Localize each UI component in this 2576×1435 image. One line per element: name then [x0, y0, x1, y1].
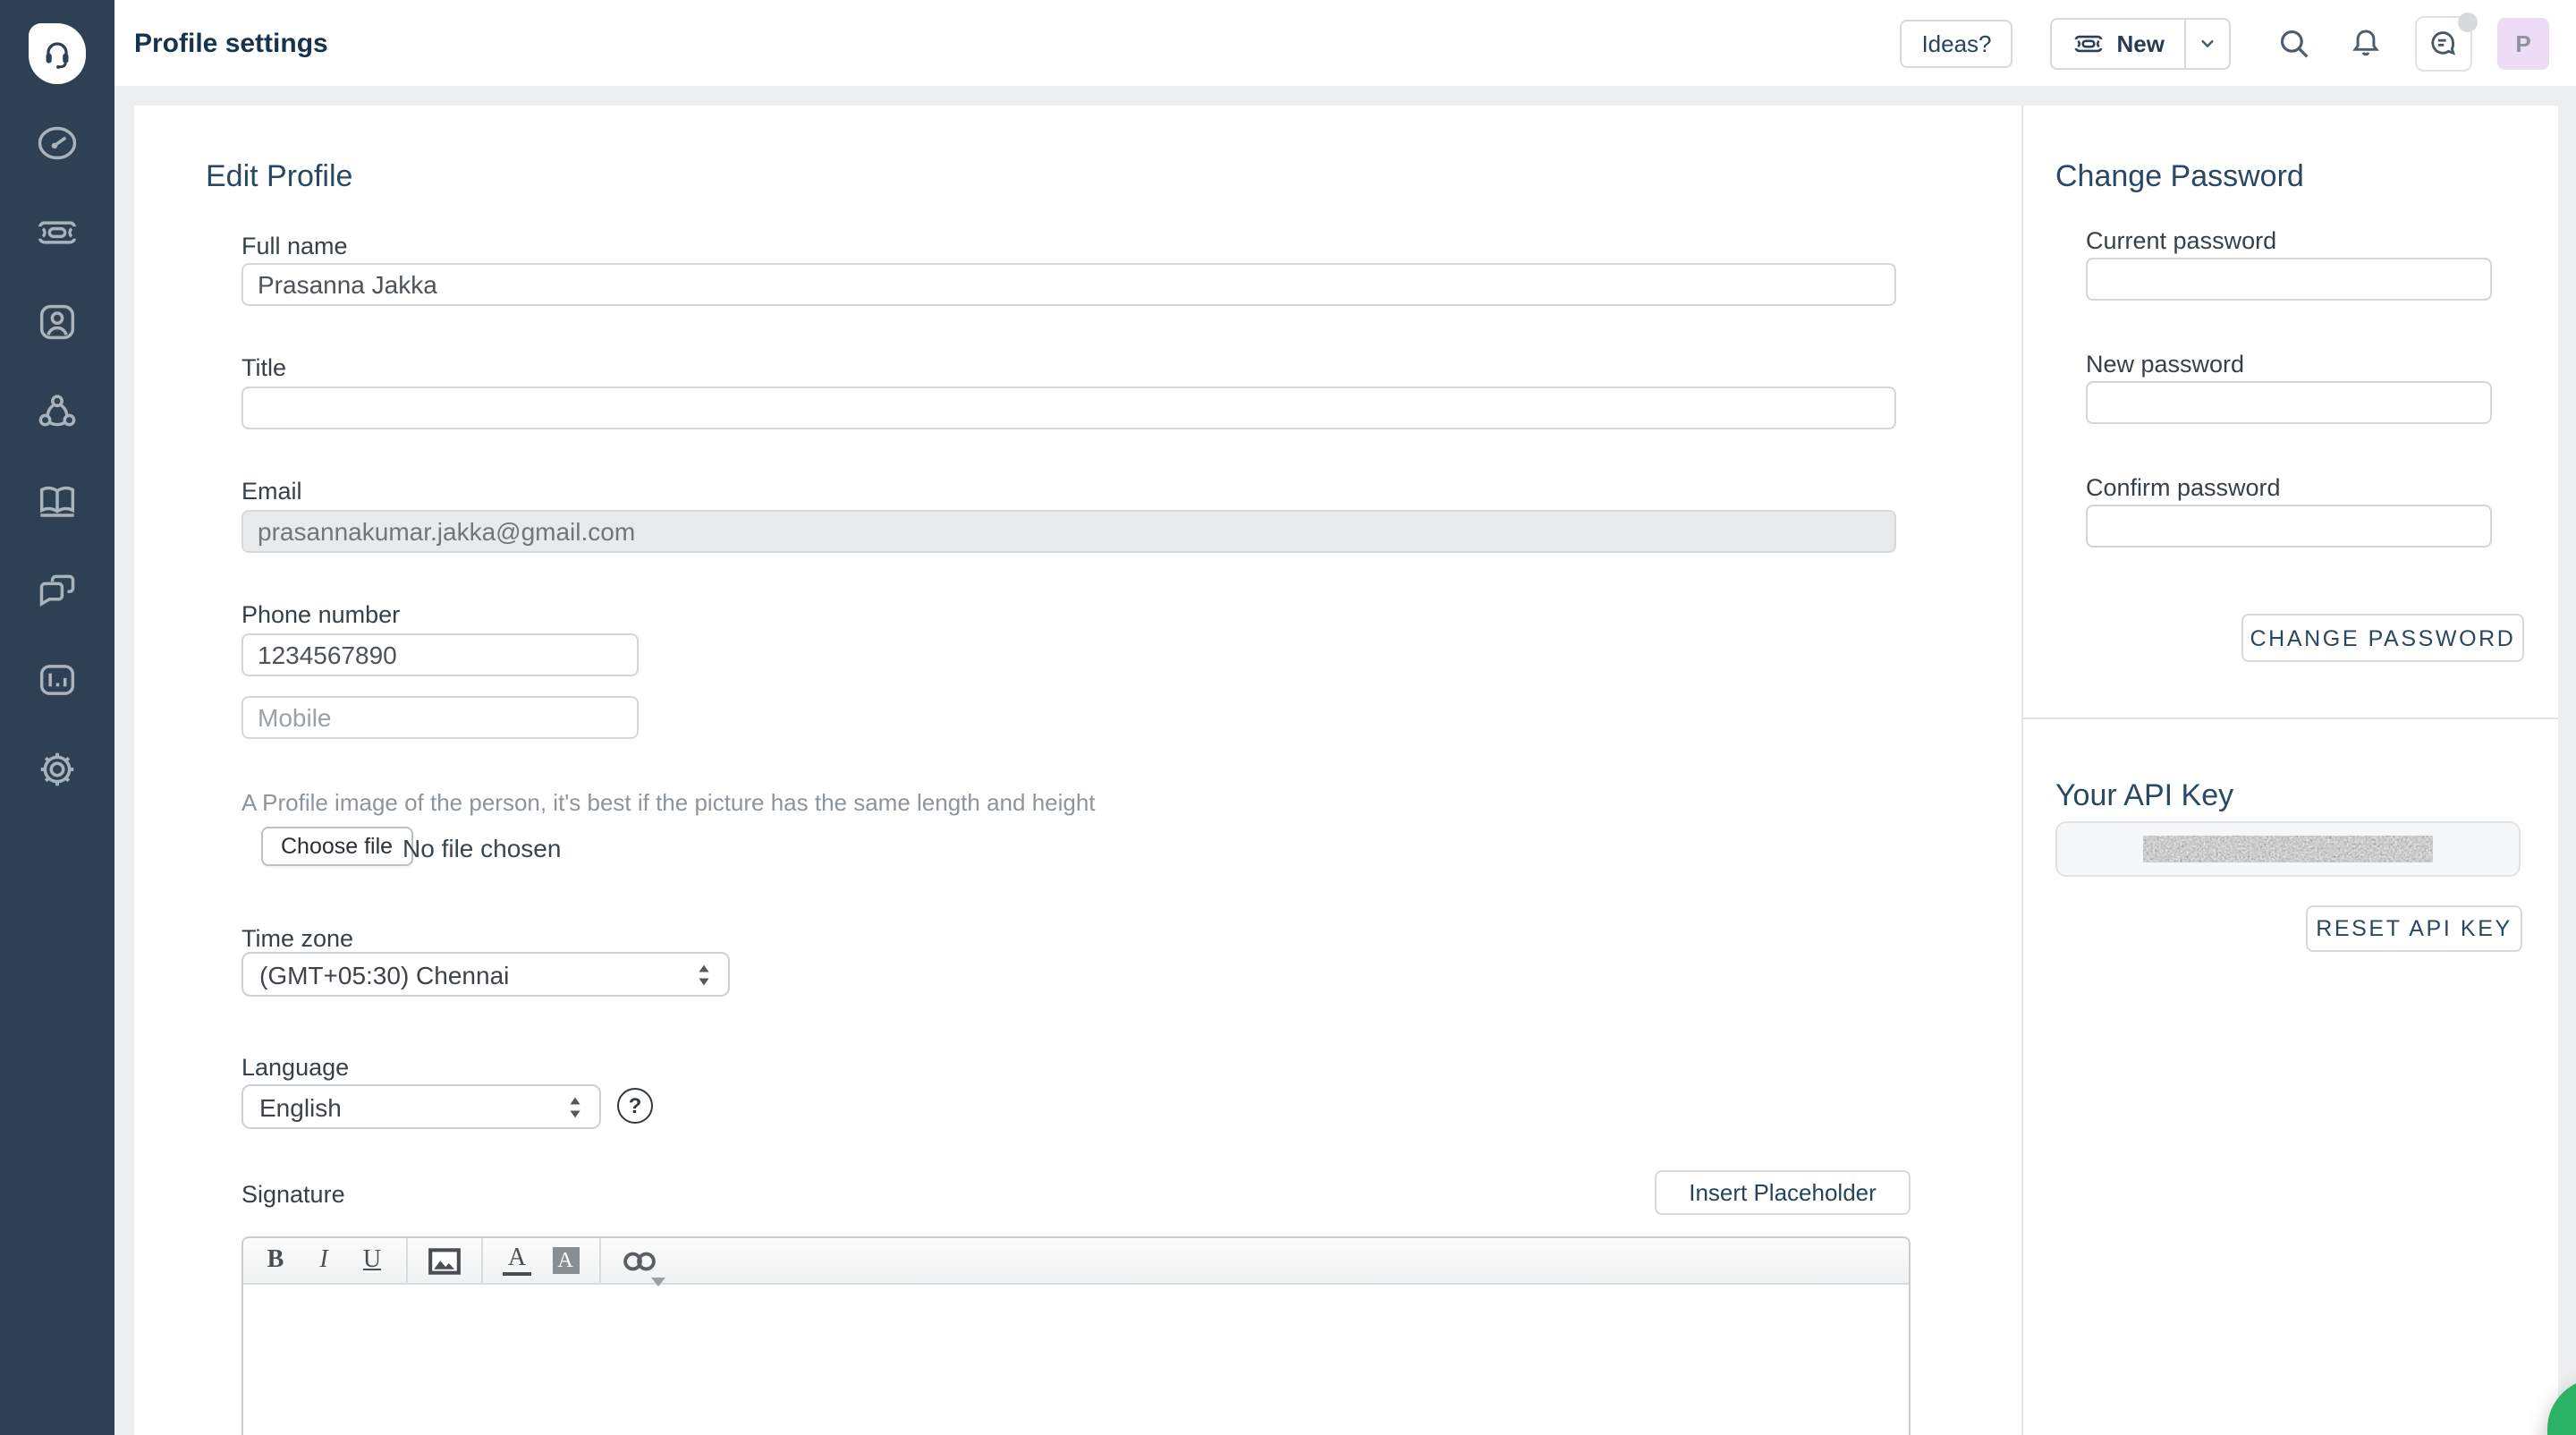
announcements-button[interactable] [2415, 15, 2472, 71]
profile-image-help-text: A Profile image of the person, it's best… [242, 789, 1096, 816]
section-divider [2021, 718, 2558, 719]
signature-label: Signature [242, 1183, 345, 1208]
new-ticket-button[interactable]: New [2053, 19, 2184, 67]
new-ticket-dropdown[interactable] [2184, 19, 2229, 67]
page-title: Profile settings [134, 28, 328, 58]
confirm-password-label: Confirm password [2086, 476, 2281, 501]
knowledge-base-icon [34, 478, 80, 524]
signature-editor-body[interactable] [243, 1285, 1909, 1435]
language-value: English [259, 1092, 342, 1121]
signature-editor: B I U A A [242, 1236, 1911, 1435]
user-avatar[interactable]: P [2497, 17, 2549, 69]
change-password-button[interactable]: CHANGE PASSWORD [2241, 614, 2524, 662]
text-color-button[interactable]: A [503, 1245, 531, 1276]
reports-icon [34, 657, 80, 703]
confirm-password-input[interactable] [2086, 505, 2492, 548]
toolbar-separator [406, 1238, 408, 1283]
background-color-button[interactable]: A [551, 1243, 580, 1278]
column-divider [2021, 106, 2023, 1435]
ideas-button[interactable]: Ideas? [1900, 19, 2012, 67]
sidebar-item-settings[interactable] [34, 746, 80, 793]
edit-profile-title: Edit Profile [206, 159, 352, 195]
language-help-icon[interactable]: ? [617, 1088, 653, 1124]
current-password-input[interactable] [2086, 258, 2492, 301]
bold-button[interactable]: B [261, 1243, 290, 1278]
sidebar-item-network[interactable] [34, 388, 80, 435]
contacts-icon [34, 299, 80, 345]
api-key-redacted-value [2143, 836, 2433, 862]
insert-link-button[interactable] [621, 1243, 658, 1278]
search-button[interactable] [2274, 23, 2313, 63]
new-ticket-split-button: New [2051, 17, 2231, 69]
phone-input[interactable] [242, 633, 639, 676]
select-arrows-icon [696, 962, 712, 987]
tickets-icon [34, 209, 80, 256]
current-password-label: Current password [2086, 229, 2276, 254]
forums-icon [34, 567, 80, 614]
app-root: Profile settings Ideas? New [0, 0, 2576, 1435]
notifications-button[interactable] [2345, 23, 2385, 63]
sidebar-nav [34, 120, 80, 793]
sidebar-item-knowledge-base[interactable] [34, 478, 80, 524]
new-button-label: New [2117, 30, 2165, 56]
headset-icon [38, 34, 77, 73]
timezone-value: (GMT+05:30) Chennai [259, 960, 509, 989]
content-area: Edit Profile Full name Title Email Phone… [114, 86, 2576, 1435]
settings-icon [34, 746, 80, 793]
insert-image-button[interactable] [428, 1243, 462, 1278]
dashboard-icon [34, 120, 80, 166]
sidebar [0, 0, 114, 1435]
language-select[interactable]: English [242, 1084, 601, 1129]
api-key-box [2055, 821, 2521, 877]
chevron-down-icon [2197, 32, 2218, 54]
language-label: Language [242, 1056, 349, 1081]
header-actions: Ideas? New [1900, 15, 2549, 71]
insert-placeholder-button[interactable]: Insert Placeholder [1655, 1170, 1911, 1215]
announcements-badge-dot [2458, 12, 2478, 31]
new-password-input[interactable] [2086, 381, 2492, 424]
change-password-title: Change Password [2055, 159, 2304, 195]
sidebar-item-dashboard[interactable] [34, 120, 80, 166]
reset-api-key-button[interactable]: RESET API KEY [2306, 905, 2522, 952]
sidebar-item-forums[interactable] [34, 567, 80, 614]
select-arrows-icon [567, 1094, 583, 1119]
signature-toolbar: B I U A A [243, 1238, 1909, 1285]
email-input [242, 510, 1896, 553]
toolbar-separator [599, 1238, 601, 1283]
full-name-input[interactable] [242, 263, 1896, 306]
underline-button[interactable]: U [358, 1243, 386, 1278]
notifications-bell-icon [2346, 24, 2384, 62]
timezone-label: Time zone [242, 927, 353, 952]
link-caret-icon [651, 1277, 665, 1287]
email-label: Email [242, 480, 302, 505]
title-label: Title [242, 356, 286, 381]
announcements-icon [2426, 25, 2462, 61]
network-icon [34, 388, 80, 435]
title-input[interactable] [242, 386, 1896, 429]
toolbar-separator [481, 1238, 483, 1283]
sidebar-item-reports[interactable] [34, 657, 80, 703]
file-status-text: No file chosen [402, 834, 561, 862]
profile-card: Edit Profile Full name Title Email Phone… [134, 106, 2558, 1435]
full-name-label: Full name [242, 234, 348, 259]
phone-label: Phone number [242, 603, 400, 628]
search-icon [2275, 24, 2312, 62]
image-icon [428, 1246, 462, 1275]
sidebar-item-contacts[interactable] [34, 299, 80, 345]
timezone-select[interactable]: (GMT+05:30) Chennai [242, 952, 730, 997]
sidebar-item-tickets[interactable] [34, 209, 80, 256]
mobile-input[interactable] [242, 696, 639, 739]
italic-button[interactable]: I [309, 1243, 338, 1278]
ticket-icon [2072, 26, 2106, 60]
background-color-glyph: A [552, 1247, 579, 1274]
top-header: Profile settings Ideas? New [114, 0, 2576, 86]
link-icon [621, 1248, 658, 1273]
choose-file-button[interactable]: Choose file [261, 827, 412, 866]
api-key-title: Your API Key [2055, 778, 2233, 814]
happyfox-logo[interactable] [29, 23, 86, 84]
new-password-label: New password [2086, 352, 2244, 378]
